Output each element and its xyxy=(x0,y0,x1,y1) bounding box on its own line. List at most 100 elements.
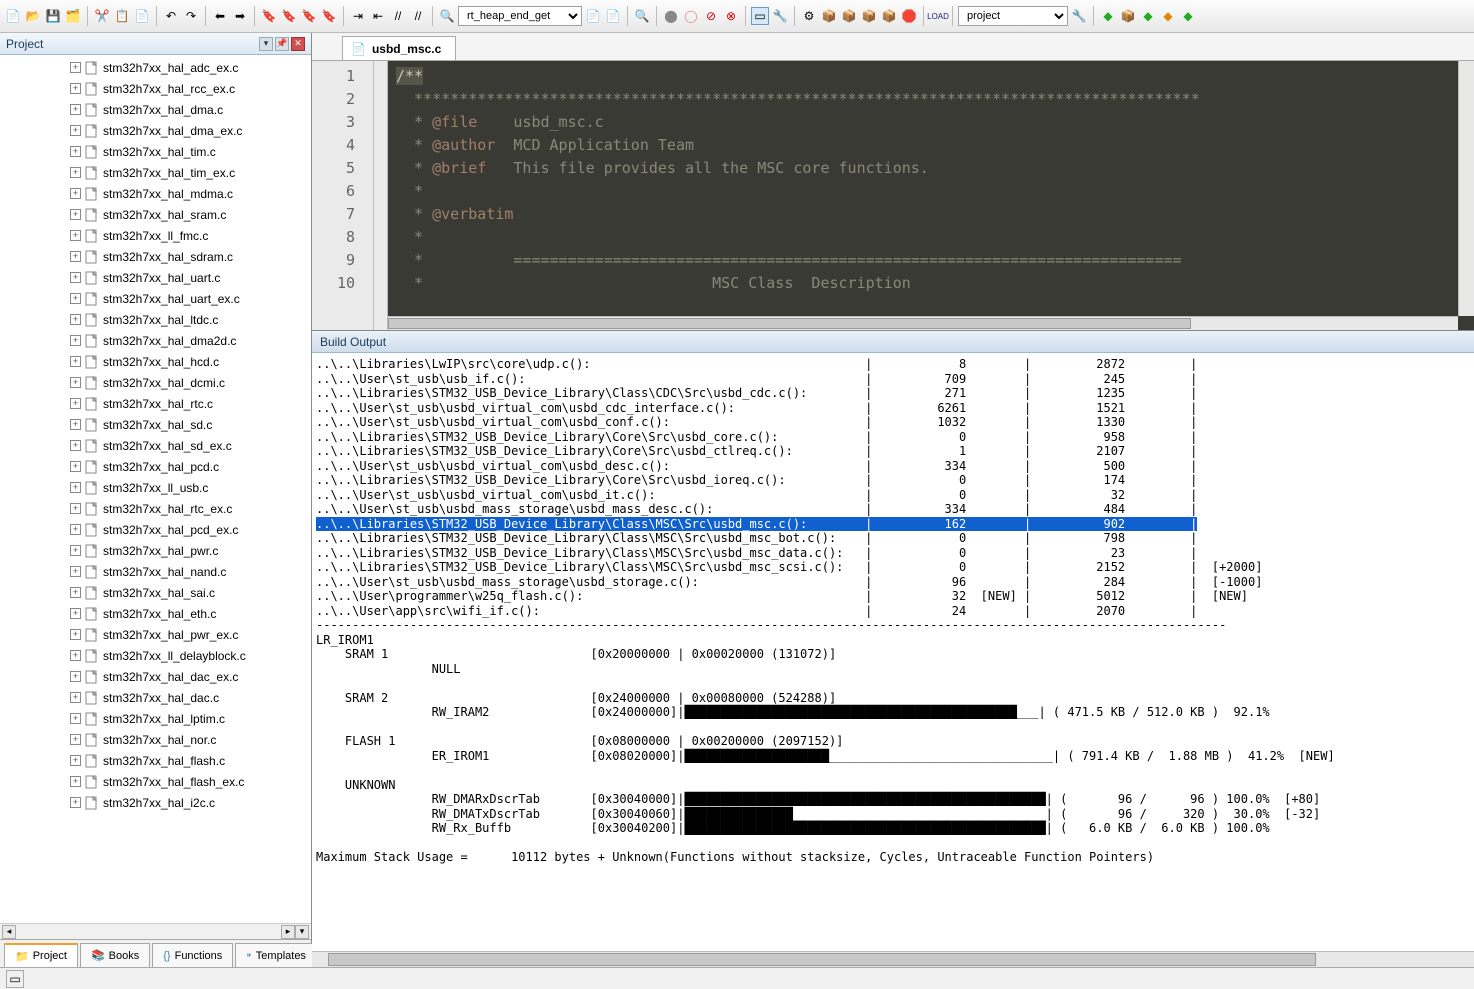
tab-functions[interactable]: {}Functions xyxy=(152,943,233,967)
expand-icon[interactable]: + xyxy=(70,356,81,367)
expand-icon[interactable]: + xyxy=(70,167,81,178)
expand-icon[interactable]: + xyxy=(70,398,81,409)
expand-icon[interactable]: + xyxy=(70,293,81,304)
tree-file-item[interactable]: +stm32h7xx_hal_flash_ex.c xyxy=(0,771,311,792)
expand-icon[interactable]: + xyxy=(70,461,81,472)
symbol-combo[interactable]: rt_heap_end_get xyxy=(458,6,582,26)
paste-icon[interactable]: 📄 xyxy=(133,7,151,25)
expand-icon[interactable]: + xyxy=(70,608,81,619)
tree-file-item[interactable]: +stm32h7xx_hal_uart_ex.c xyxy=(0,288,311,309)
editor-hscrollbar[interactable] xyxy=(388,316,1458,330)
build-output-body[interactable]: ..\..\Libraries\LwIP\src\core\udp.c(): |… xyxy=(312,353,1474,951)
tree-file-item[interactable]: +stm32h7xx_hal_nor.c xyxy=(0,729,311,750)
download-icon[interactable]: LOAD xyxy=(929,7,947,25)
breakpoint-kill-icon[interactable]: ⊗ xyxy=(722,7,740,25)
expand-icon[interactable]: + xyxy=(70,440,81,451)
tab-templates[interactable]: ⁍Templates xyxy=(235,943,317,967)
expand-icon[interactable]: + xyxy=(70,797,81,808)
expand-icon[interactable]: + xyxy=(70,545,81,556)
tree-file-item[interactable]: +stm32h7xx_hal_lptim.c xyxy=(0,708,311,729)
goto2-icon[interactable]: 📄 xyxy=(604,7,622,25)
expand-icon[interactable]: + xyxy=(70,146,81,157)
tree-file-item[interactable]: +stm32h7xx_hal_sdram.c xyxy=(0,246,311,267)
status-icon[interactable]: ▭ xyxy=(6,970,24,988)
expand-icon[interactable]: + xyxy=(70,755,81,766)
tree-file-item[interactable]: +stm32h7xx_ll_usb.c xyxy=(0,477,311,498)
tree-file-item[interactable]: +stm32h7xx_ll_delayblock.c xyxy=(0,645,311,666)
tree-file-item[interactable]: +stm32h7xx_hal_dma.c xyxy=(0,99,311,120)
bookmark-prev-icon[interactable]: 🔖 xyxy=(260,7,278,25)
expand-icon[interactable]: + xyxy=(70,314,81,325)
pin-icon[interactable]: ▾ xyxy=(259,37,273,51)
build-target-icon[interactable]: 📦 xyxy=(820,7,838,25)
tree-file-item[interactable]: +stm32h7xx_hal_eth.c xyxy=(0,603,311,624)
expand-icon[interactable]: + xyxy=(70,377,81,388)
tree-file-item[interactable]: +stm32h7xx_hal_uart.c xyxy=(0,267,311,288)
nav-back-icon[interactable]: ⬅ xyxy=(211,7,229,25)
nav-forward-icon[interactable]: ➡ xyxy=(231,7,249,25)
tree-file-item[interactable]: +stm32h7xx_hal_dma_ex.c xyxy=(0,120,311,141)
tree-file-item[interactable]: +stm32h7xx_hal_pcd_ex.c xyxy=(0,519,311,540)
undo-icon[interactable]: ↶ xyxy=(162,7,180,25)
expand-icon[interactable]: + xyxy=(70,188,81,199)
expand-icon[interactable]: + xyxy=(70,650,81,661)
link2-icon[interactable]: ◆ xyxy=(1159,7,1177,25)
fold-column[interactable] xyxy=(374,61,388,330)
expand-icon[interactable]: + xyxy=(70,587,81,598)
expand-icon[interactable]: + xyxy=(70,629,81,640)
options-icon[interactable]: 🔧 xyxy=(1070,7,1088,25)
expand-icon[interactable]: + xyxy=(70,734,81,745)
scroll-right-icon[interactable]: ▸ xyxy=(281,925,295,939)
project-tree[interactable]: +stm32h7xx_hal_adc_ex.c+stm32h7xx_hal_rc… xyxy=(0,55,311,923)
stop-build-icon[interactable]: 🛑 xyxy=(900,7,918,25)
tree-file-item[interactable]: +stm32h7xx_hal_rcc_ex.c xyxy=(0,78,311,99)
tree-file-item[interactable]: +stm32h7xx_hal_pwr.c xyxy=(0,540,311,561)
tree-file-item[interactable]: +stm32h7xx_hal_pwr_ex.c xyxy=(0,624,311,645)
expand-icon[interactable]: + xyxy=(70,125,81,136)
pack-installer-icon[interactable]: 📦 xyxy=(1119,7,1137,25)
scroll-menu-icon[interactable]: ▾ xyxy=(295,925,309,939)
expand-icon[interactable]: + xyxy=(70,419,81,430)
autohide-icon[interactable]: 📌 xyxy=(275,37,289,51)
tree-file-item[interactable]: +stm32h7xx_hal_tim.c xyxy=(0,141,311,162)
expand-icon[interactable]: + xyxy=(70,692,81,703)
tree-file-item[interactable]: +stm32h7xx_hal_dac_ex.c xyxy=(0,666,311,687)
redo-icon[interactable]: ↷ xyxy=(182,7,200,25)
tree-file-item[interactable]: +stm32h7xx_hal_sram.c xyxy=(0,204,311,225)
target-combo[interactable]: project xyxy=(958,6,1068,26)
find-in-files-icon[interactable]: 🔍 xyxy=(438,7,456,25)
expand-icon[interactable]: + xyxy=(70,566,81,577)
build-row-highlighted[interactable]: ..\..\Libraries\STM32_USB_Device_Library… xyxy=(316,517,1197,531)
manage-rte-icon[interactable]: ◆ xyxy=(1099,7,1117,25)
tree-file-item[interactable]: +stm32h7xx_hal_rtc.c xyxy=(0,393,311,414)
breakpoint-icon[interactable]: ⬤ xyxy=(662,7,680,25)
build-hscrollbar[interactable] xyxy=(312,951,1474,967)
tree-file-item[interactable]: +stm32h7xx_hal_nand.c xyxy=(0,561,311,582)
tree-file-item[interactable]: +stm32h7xx_hal_adc_ex.c xyxy=(0,57,311,78)
code-body[interactable]: /** ************************************… xyxy=(388,61,1474,330)
build-icon[interactable]: ⚙ xyxy=(800,7,818,25)
code-view[interactable]: 12345678910 /** ************************… xyxy=(312,61,1474,330)
tree-file-item[interactable]: +stm32h7xx_hal_dcmi.c xyxy=(0,372,311,393)
bookmark-toggle-icon[interactable]: 🔖 xyxy=(280,7,298,25)
save-icon[interactable]: 💾 xyxy=(44,7,62,25)
link1-icon[interactable]: ◆ xyxy=(1139,7,1157,25)
tab-project[interactable]: 📁Project xyxy=(4,943,78,967)
tree-file-item[interactable]: +stm32h7xx_hal_tim_ex.c xyxy=(0,162,311,183)
close-pane-icon[interactable]: ✕ xyxy=(291,37,305,51)
debug-search-icon[interactable]: 🔍 xyxy=(633,7,651,25)
goto-icon[interactable]: 📄 xyxy=(584,7,602,25)
tree-file-item[interactable]: +stm32h7xx_hal_flash.c xyxy=(0,750,311,771)
translate-icon[interactable]: 📦 xyxy=(880,7,898,25)
expand-icon[interactable]: + xyxy=(70,335,81,346)
batch-build-icon[interactable]: 📦 xyxy=(860,7,878,25)
expand-icon[interactable]: + xyxy=(70,62,81,73)
breakpoint-disable-icon[interactable]: ⊘ xyxy=(702,7,720,25)
tree-file-item[interactable]: +stm32h7xx_hal_dma2d.c xyxy=(0,330,311,351)
tree-file-item[interactable]: +stm32h7xx_hal_rtc_ex.c xyxy=(0,498,311,519)
expand-icon[interactable]: + xyxy=(70,251,81,262)
bookmark-clear-icon[interactable]: 🔖 xyxy=(320,7,338,25)
bookmark-next-icon[interactable]: 🔖 xyxy=(300,7,318,25)
expand-icon[interactable]: + xyxy=(70,524,81,535)
indent-icon[interactable]: ⇥ xyxy=(349,7,367,25)
